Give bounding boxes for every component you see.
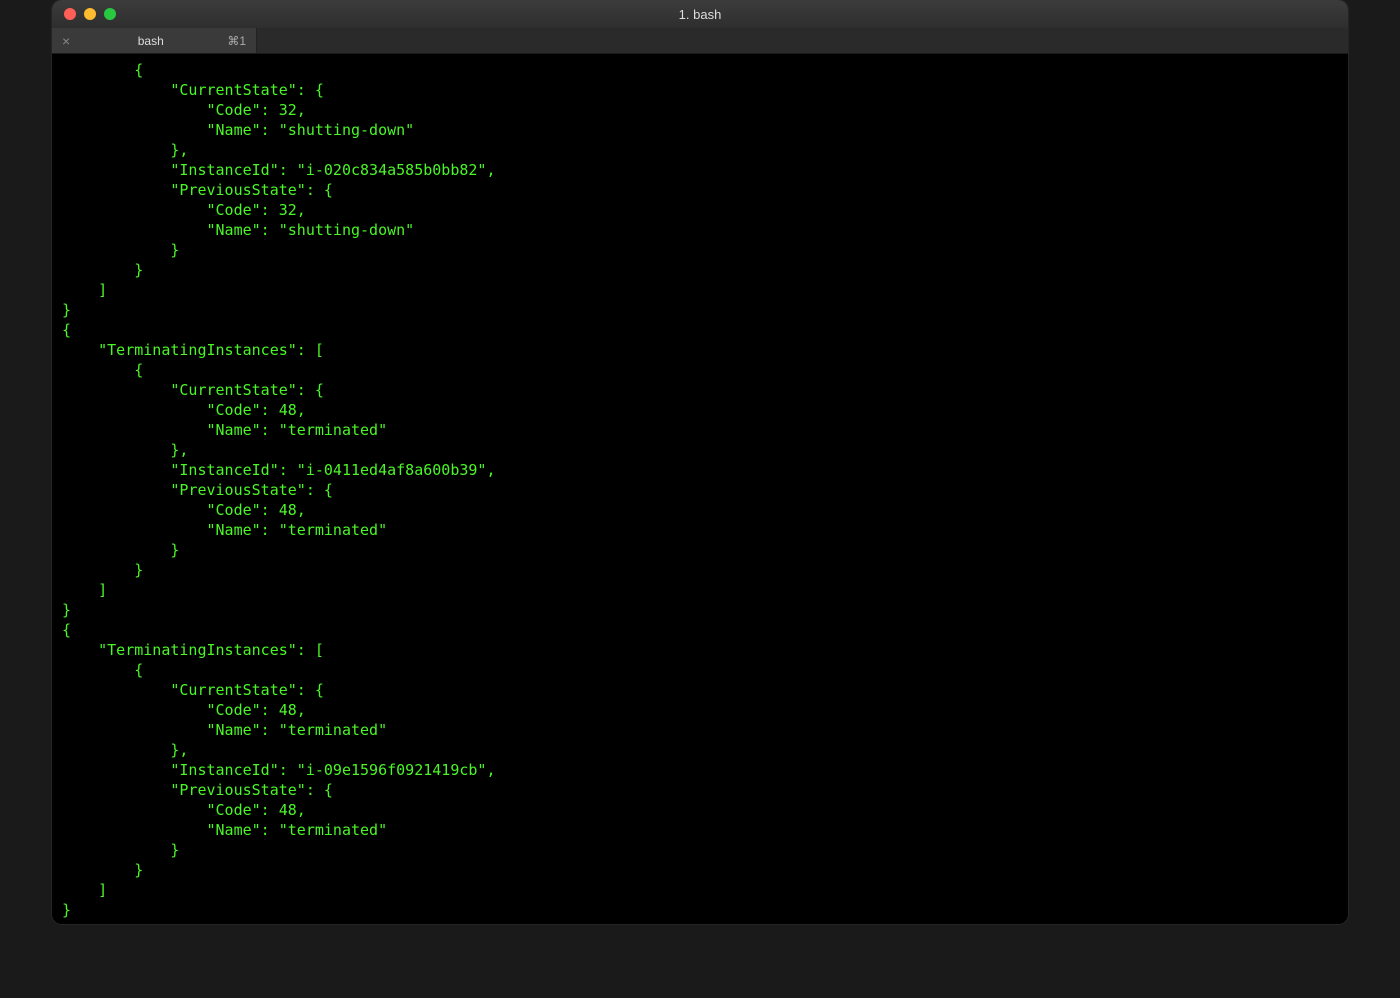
- terminal-window: 1. bash × bash ⌘1 { "CurrentState": { "C…: [52, 0, 1348, 924]
- titlebar[interactable]: 1. bash: [52, 0, 1348, 28]
- window-title: 1. bash: [679, 7, 722, 22]
- close-tab-icon[interactable]: ×: [58, 34, 74, 48]
- tab-label: bash: [104, 34, 197, 48]
- zoom-window-button[interactable]: [104, 8, 116, 20]
- tab-bash[interactable]: × bash ⌘1: [52, 28, 257, 53]
- tab-shortcut: ⌘1: [227, 34, 246, 48]
- traffic-lights: [52, 8, 116, 20]
- close-window-button[interactable]: [64, 8, 76, 20]
- tab-bar: × bash ⌘1: [52, 28, 1348, 54]
- minimize-window-button[interactable]: [84, 8, 96, 20]
- terminal-output[interactable]: { "CurrentState": { "Code": 32, "Name": …: [52, 54, 1348, 924]
